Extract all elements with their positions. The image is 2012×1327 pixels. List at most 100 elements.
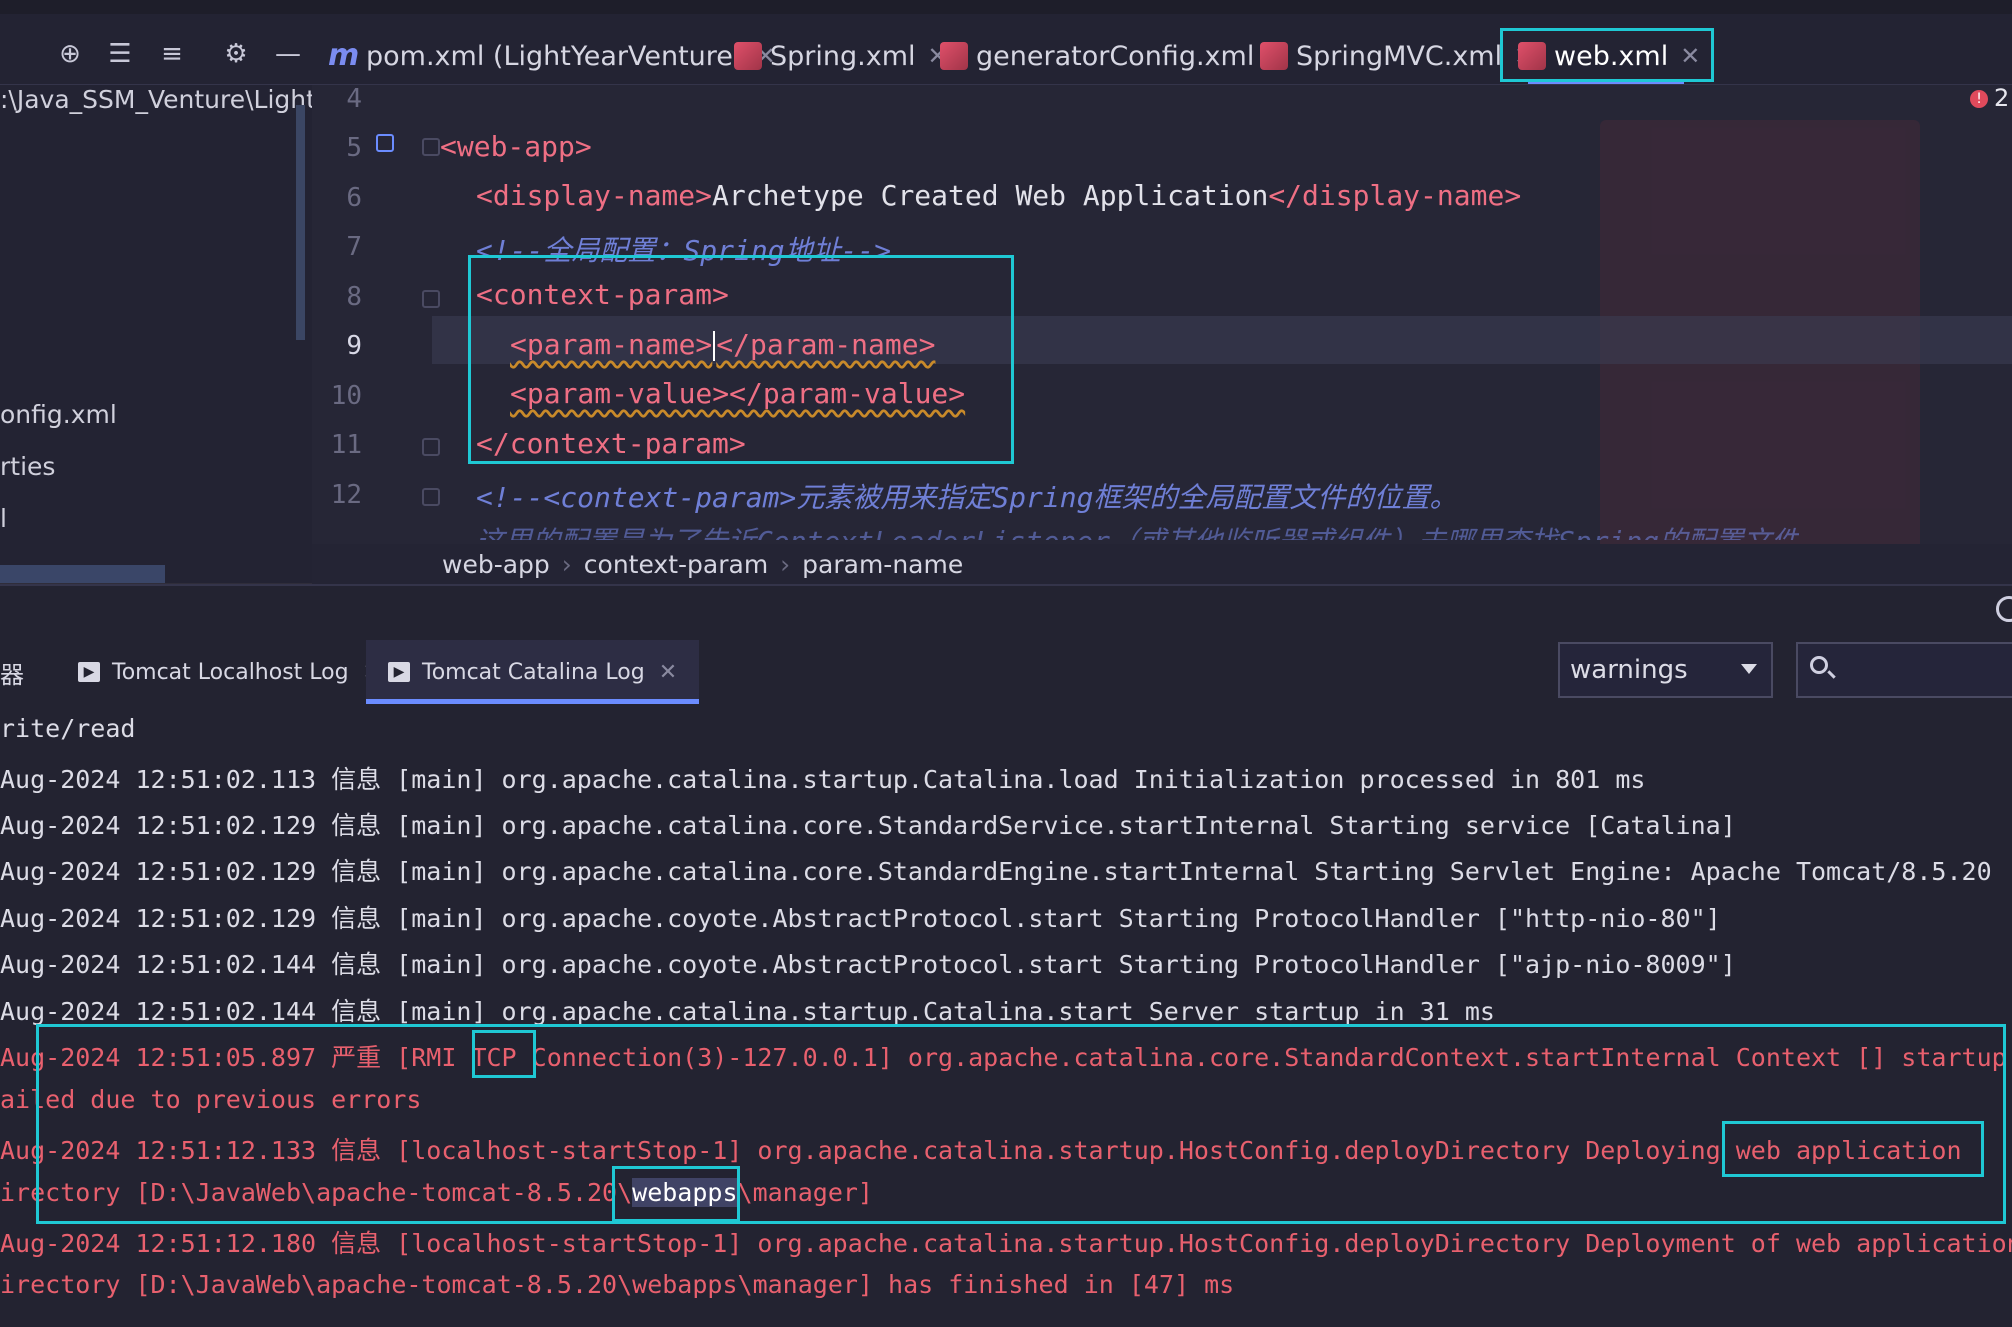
line-number: 8 bbox=[346, 282, 362, 312]
xml-text: Archetype Created Web Application bbox=[712, 179, 1269, 212]
log-line: Aug-2024 12:51:02.113 信息 [main] org.apac… bbox=[0, 765, 1646, 794]
xml-file-icon bbox=[940, 42, 968, 70]
tab-tomcat-localhost-log[interactable]: ▶ Tomcat Localhost Log ✕ bbox=[68, 640, 391, 704]
tab-label: Spring.xml bbox=[770, 40, 916, 72]
tab-label: Tomcat Catalina Log bbox=[422, 659, 645, 685]
line-number-current: 9 bbox=[346, 331, 362, 361]
code-line-12-comment[interactable]: <!--<context-param>元素被用来指定Spring框架的全局配置文… bbox=[476, 476, 1457, 516]
code-line-6[interactable]: <display-name>Archetype Created Web Appl… bbox=[476, 179, 1521, 212]
bean-gutter-icon[interactable] bbox=[376, 134, 394, 152]
console-icon: ▶ bbox=[78, 662, 100, 682]
search-icon bbox=[1810, 656, 1828, 674]
collapse-all-icon[interactable]: ≡ bbox=[154, 36, 190, 72]
breadcrumb-item[interactable]: web-app bbox=[442, 550, 550, 579]
tab-web-xml[interactable]: web.xml ✕ bbox=[1518, 28, 1700, 84]
maven-icon: m bbox=[328, 38, 360, 73]
code-line-13-comment[interactable]: 这里的配置是为了告诉ContextLoaderListener（或其他监听器或组… bbox=[476, 520, 1799, 540]
log-search[interactable] bbox=[1796, 642, 2012, 698]
sidebar-scrollbar-horizontal[interactable] bbox=[0, 565, 165, 583]
error-indicator[interactable]: ! 2 bbox=[1970, 84, 2009, 112]
log-text-highlight: webapps bbox=[632, 1178, 738, 1207]
chevron-right-icon: › bbox=[780, 549, 791, 579]
line-number: 5 bbox=[346, 133, 362, 163]
error-count: 2 bbox=[1994, 84, 2010, 112]
console-icon: ▶ bbox=[388, 662, 410, 682]
xml-file-icon bbox=[1518, 42, 1546, 70]
fold-icon[interactable] bbox=[422, 488, 440, 506]
text-caret bbox=[713, 331, 716, 361]
line-number: 10 bbox=[330, 381, 362, 411]
fold-icon[interactable] bbox=[422, 290, 440, 308]
log-text: irectory [D:\JavaWeb\apache-tomcat-8.5.2… bbox=[0, 1178, 633, 1207]
sidebar-item[interactable]: rties bbox=[0, 452, 55, 481]
tab-label: pom.xml (LightYearVenture) bbox=[366, 40, 744, 72]
line-number: 7 bbox=[346, 232, 362, 262]
xml-tag: </display-name> bbox=[1268, 179, 1522, 212]
xml-tag: </param-name> bbox=[716, 328, 936, 361]
error-icon: ! bbox=[1970, 90, 1988, 108]
sidebar-path[interactable]: :\Java_SSM_Venture\LightY bbox=[0, 85, 312, 114]
expand-all-icon[interactable]: ☰ bbox=[102, 36, 138, 72]
line-number: 12 bbox=[330, 480, 362, 510]
chevron-down-icon bbox=[1741, 664, 1757, 674]
tab-partial[interactable]: 器 bbox=[0, 640, 24, 704]
log-text: TCP bbox=[471, 1043, 517, 1072]
project-sidebar: :\Java_SSM_Venture\LightY onfig.xml rtie… bbox=[0, 85, 312, 583]
sidebar-item[interactable]: onfig.xml bbox=[0, 400, 117, 429]
code-line-5[interactable]: <web-app> bbox=[440, 130, 592, 163]
log-line-error: Aug-2024 12:51:05.897 严重 [RMI TCP Connec… bbox=[0, 1038, 2007, 1074]
line-number: 11 bbox=[330, 430, 362, 460]
log-line-error: irectory [D:\JavaWeb\apache-tomcat-8.5.2… bbox=[0, 1178, 873, 1207]
tab-label: web.xml bbox=[1554, 40, 1669, 72]
tab-tomcat-catalina-log[interactable]: ▶ Tomcat Catalina Log ✕ bbox=[366, 640, 700, 704]
tab-spring-xml[interactable]: Spring.xml ✕ bbox=[734, 28, 948, 84]
log-line: Aug-2024 12:51:02.129 信息 [main] org.apac… bbox=[0, 857, 1992, 886]
code-line-9[interactable]: <param-name> </param-name> bbox=[510, 328, 935, 361]
sidebar-scrollbar-vertical[interactable] bbox=[296, 105, 305, 340]
tab-pom-xml[interactable]: m pom.xml (LightYearVenture) ✕ bbox=[328, 28, 776, 84]
log-line-error: irectory [D:\JavaWeb\apache-tomcat-8.5.2… bbox=[0, 1270, 1235, 1299]
tab-label: generatorConfig.xml bbox=[976, 40, 1255, 72]
minimize-icon[interactable]: — bbox=[270, 36, 306, 72]
title-strip bbox=[0, 0, 2012, 14]
tab-generatorconfig-xml[interactable]: generatorConfig.xml ✕ bbox=[940, 28, 1286, 84]
xml-tag: <display-name> bbox=[476, 179, 713, 212]
log-line: Aug-2024 12:51:02.144 信息 [main] org.apac… bbox=[0, 997, 1495, 1026]
search-input[interactable] bbox=[1844, 652, 2012, 690]
active-tab-indicator bbox=[366, 699, 700, 704]
xml-file-icon bbox=[734, 42, 762, 70]
code-line-10[interactable]: <param-value></param-value> bbox=[510, 377, 965, 410]
active-tab-indicator bbox=[1528, 79, 1685, 84]
log-text: \manager] bbox=[737, 1178, 873, 1207]
xml-file-icon bbox=[1260, 42, 1288, 70]
select-value: warnings bbox=[1570, 655, 1688, 685]
tab-label: SpringMVC.xml bbox=[1296, 40, 1503, 72]
target-icon[interactable]: ⊕ bbox=[52, 36, 88, 72]
log-level-select[interactable]: warnings bbox=[1558, 642, 1773, 698]
log-line-error: Aug-2024 12:51:12.180 信息 [localhost-star… bbox=[0, 1229, 2012, 1258]
tab-label: Tomcat Localhost Log bbox=[112, 659, 349, 685]
sidebar-item[interactable]: l bbox=[0, 504, 7, 533]
log-line: rite/read bbox=[0, 714, 136, 743]
code-line-7-comment[interactable]: <!--全局配置：Spring地址--> bbox=[476, 229, 891, 269]
breadcrumb: web-app › context-param › param-name bbox=[312, 544, 2012, 584]
breadcrumb-item[interactable]: param-name bbox=[802, 550, 963, 579]
breadcrumb-item[interactable]: context-param bbox=[584, 550, 768, 579]
xml-tag: <param-name> bbox=[510, 328, 713, 361]
code-line-8[interactable]: <context-param> bbox=[476, 278, 729, 311]
settings-icon[interactable]: ⚙ bbox=[218, 36, 254, 72]
log-line: Aug-2024 12:51:02.129 信息 [main] org.apac… bbox=[0, 904, 1721, 933]
log-line-error: ailed due to previous errors bbox=[0, 1085, 422, 1114]
log-line-error: Aug-2024 12:51:12.133 信息 [localhost-star… bbox=[0, 1136, 1962, 1165]
tab-springmvc-xml[interactable]: SpringMVC.xml ✕ bbox=[1260, 28, 1534, 84]
fold-icon[interactable] bbox=[422, 438, 440, 456]
log-line: Aug-2024 12:51:02.129 信息 [main] org.apac… bbox=[0, 811, 1736, 840]
chevron-right-icon: › bbox=[561, 549, 572, 579]
fold-icon[interactable] bbox=[422, 138, 440, 156]
line-number: 6 bbox=[346, 183, 362, 213]
editor-tab-bar: ⊕ ☰ ≡ ⚙ — m pom.xml (LightYearVenture) ✕… bbox=[0, 14, 2012, 85]
code-line-11[interactable]: </context-param> bbox=[476, 427, 746, 460]
close-icon[interactable]: ✕ bbox=[659, 660, 677, 685]
close-icon[interactable]: ✕ bbox=[1680, 42, 1700, 70]
log-text: Connection(3)-127.0.0.1] org.apache.cata… bbox=[516, 1043, 2007, 1072]
